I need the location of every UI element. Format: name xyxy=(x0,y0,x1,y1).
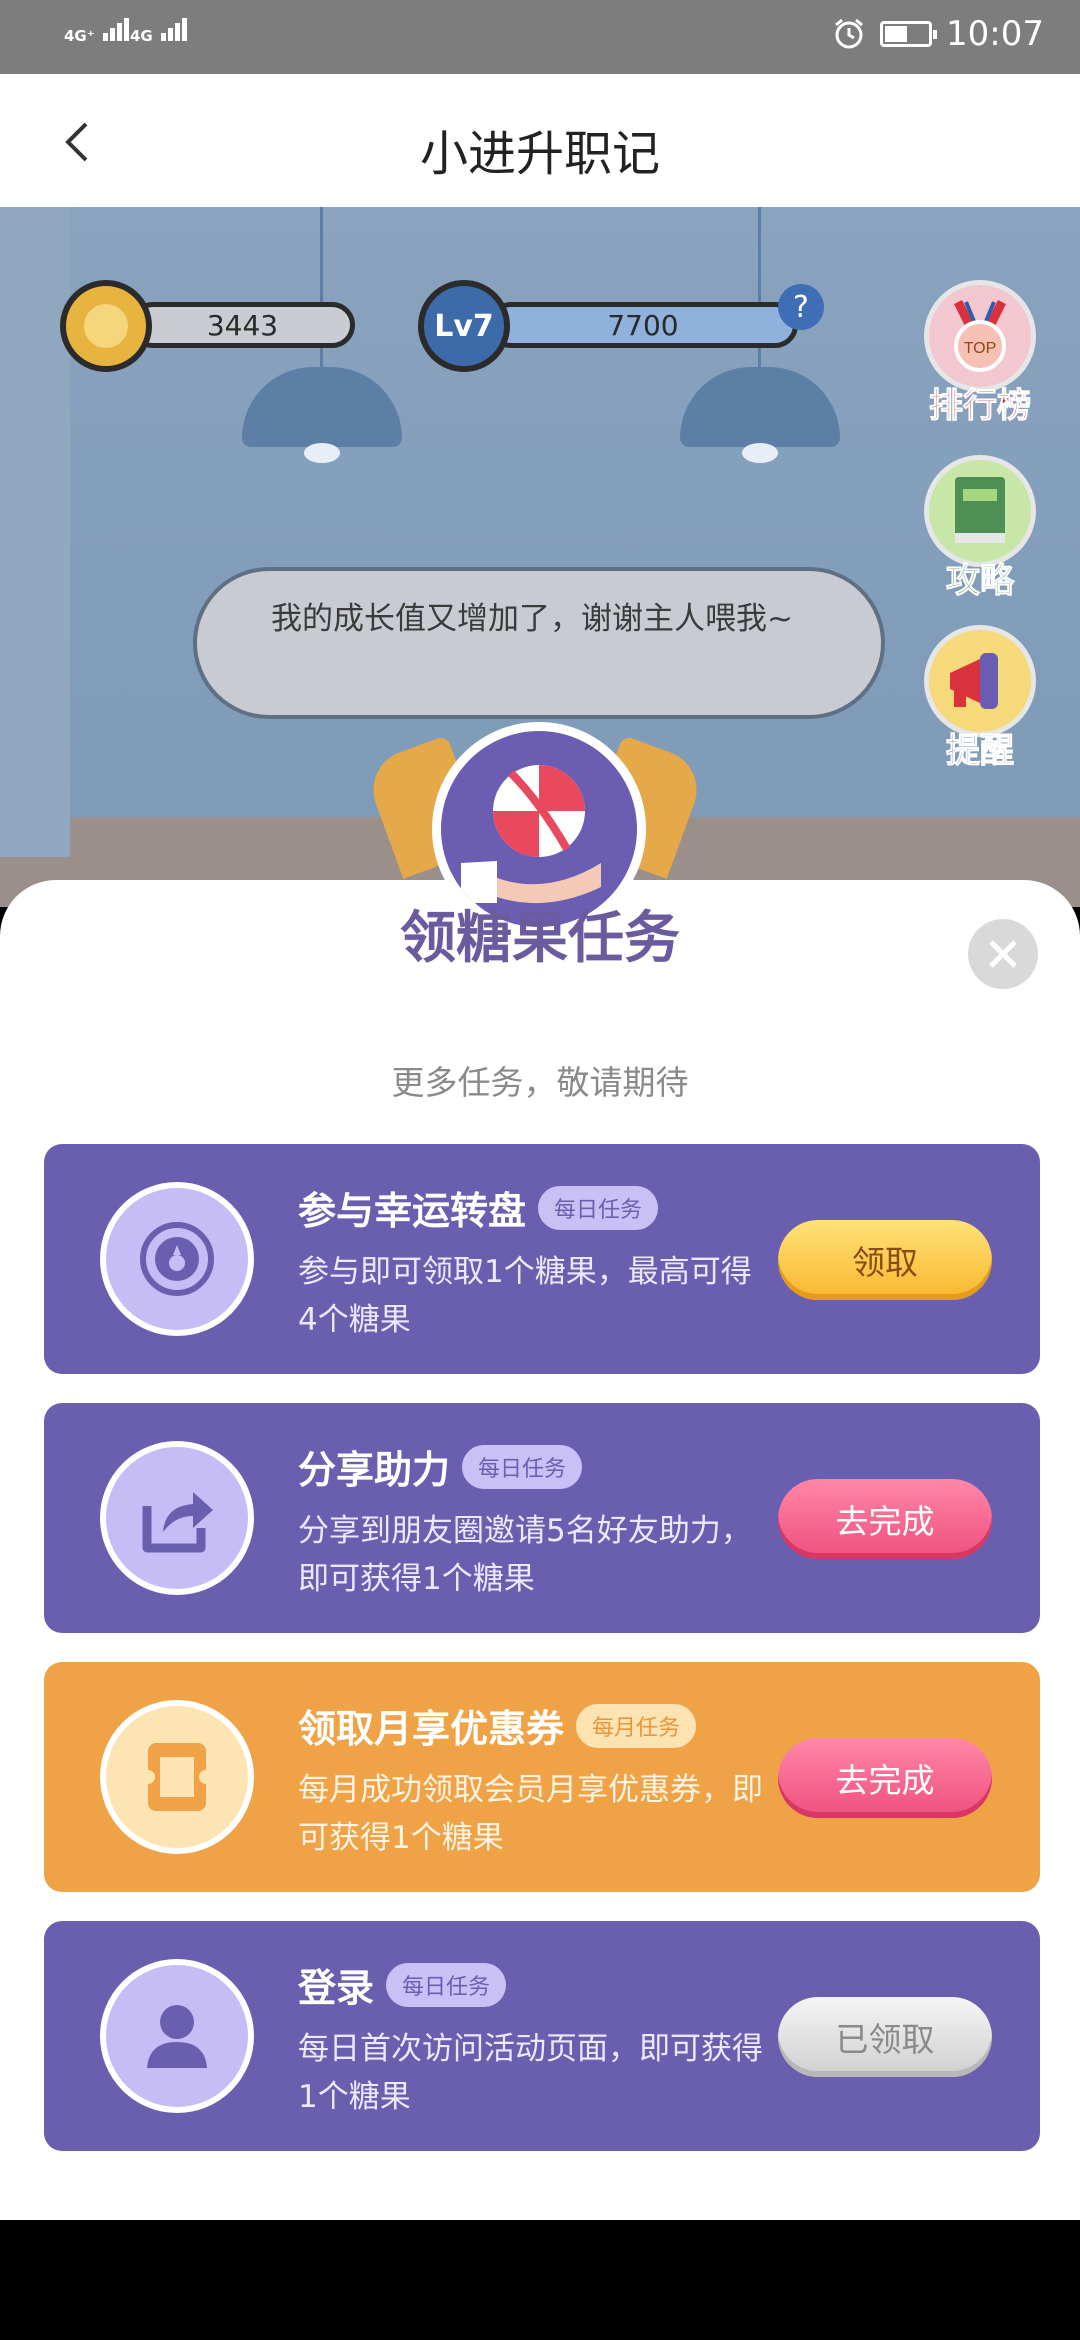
task-card-lucky-wheel: 参与幸运转盘 每日任务 参与即可领取1个糖果，最高可得4个糖果 领取 xyxy=(44,1144,1040,1374)
help-icon[interactable]: ? xyxy=(778,284,824,330)
page-title: 小进升职记 xyxy=(419,126,660,182)
wheel-icon xyxy=(100,1182,254,1336)
app-header: 小进升职记 xyxy=(0,74,1080,207)
megaphone-icon xyxy=(950,653,998,709)
coupon-icon xyxy=(100,1700,254,1854)
task-title: 登录 xyxy=(298,1966,375,2010)
book-icon xyxy=(955,477,1005,543)
task-description: 参与即可领取1个糖果，最高可得4个糖果 xyxy=(298,1254,752,1338)
modal-title: 领糖果任务 xyxy=(400,906,680,971)
task-card-login: 登录 每日任务 每日首次访问活动页面，即可获得1个糖果 已领取 xyxy=(44,1921,1040,2151)
medal-icon: TOP xyxy=(953,299,1007,372)
go-complete-button[interactable]: 去完成 xyxy=(778,1738,992,1818)
task-description: 每日首次访问活动页面，即可获得1个糖果 xyxy=(298,2031,763,2115)
modal-subtitle: 更多任务，敬请期待 xyxy=(391,1063,689,1102)
side-button-reminder[interactable]: 提醒 xyxy=(920,625,1040,772)
status-time: 10:07 xyxy=(946,14,1044,54)
task-title: 分享助力 xyxy=(298,1448,451,1492)
claim-button[interactable]: 领取 xyxy=(778,1220,992,1300)
status-bar: 4G⁺ 4G 10:07 xyxy=(0,0,1080,74)
battery-icon xyxy=(880,21,938,47)
bottom-bar xyxy=(0,2220,1080,2340)
signal-sim1-icon: 4G⁺ xyxy=(64,18,131,45)
user-icon xyxy=(100,1959,254,2113)
task-title: 参与幸运转盘 xyxy=(298,1189,527,1233)
task-tag: 每日任务 xyxy=(462,1444,583,1489)
speech-bubble: 我的成长值又增加了，谢谢主人喂我~ xyxy=(193,567,885,719)
task-card-coupon: 领取月享优惠券 每月任务 每月成功领取会员月享优惠券，即可获得1个糖果 去完成 xyxy=(44,1662,1040,1892)
task-description: 分享到朋友圈邀请5名好友助力，即可获得1个糖果 xyxy=(298,1513,752,1597)
task-title: 领取月享优惠券 xyxy=(298,1707,565,1751)
task-tag: 每日任务 xyxy=(538,1185,659,1230)
side-button-label: 攻略 xyxy=(946,561,1015,602)
task-tag: 每日任务 xyxy=(386,1962,507,2007)
coin-counter: 3443 xyxy=(60,280,355,372)
close-button[interactable] xyxy=(968,919,1038,989)
go-complete-button[interactable]: 去完成 xyxy=(778,1479,992,1559)
task-tag: 每月任务 xyxy=(576,1703,697,1748)
growth-value: 7700 xyxy=(488,302,798,348)
share-icon xyxy=(100,1441,254,1595)
side-button-ranking[interactable]: TOP 排行榜 xyxy=(920,280,1040,427)
level-counter: 7700 Lv7 xyxy=(418,280,808,372)
coin-icon xyxy=(60,280,152,372)
side-button-label: 提醒 xyxy=(946,731,1015,772)
side-button-label: 排行榜 xyxy=(929,386,1032,427)
alarm-icon xyxy=(835,18,863,49)
svg-text:TOP: TOP xyxy=(964,340,997,357)
level-badge: Lv7 xyxy=(418,280,510,372)
task-description: 每月成功领取会员月享优惠券，即可获得1个糖果 xyxy=(298,1772,763,1856)
side-button-guide[interactable]: 攻略 xyxy=(920,455,1040,602)
close-icon xyxy=(989,940,1017,968)
claimed-button[interactable]: 已领取 xyxy=(778,1997,992,2077)
coin-count: 3443 xyxy=(130,302,355,348)
signal-sim2-icon: 4G xyxy=(130,18,189,45)
task-card-share: 分享助力 每日任务 分享到朋友圈邀请5名好友助力，即可获得1个糖果 去完成 xyxy=(44,1403,1040,1633)
